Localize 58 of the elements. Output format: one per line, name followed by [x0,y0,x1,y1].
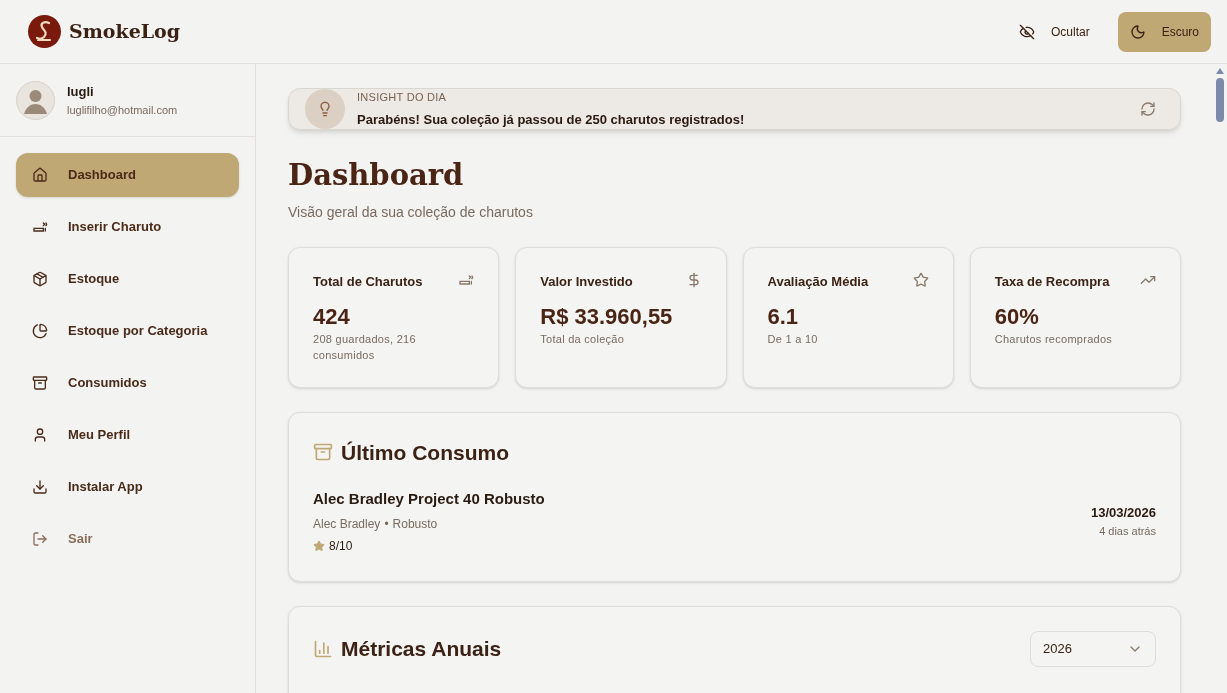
eye-off-icon [1018,23,1035,40]
star-icon [912,271,929,288]
logo-icon [28,15,61,48]
section-title: Métricas Anuais [341,635,502,662]
user-icon [32,427,48,443]
sidebar-item[interactable]: Meu Perfil [16,413,239,457]
stat-title: Total de Charutos [313,272,423,291]
stat-title: Valor Investido [540,272,633,291]
cigar-icon [32,219,48,235]
page-title: Dashboard [288,157,465,194]
stat-note: Charutos recomprados [994,332,1114,347]
vitola-text: Robusto [392,515,438,533]
user-name: lugli [67,83,95,101]
cigar-name: Alec Bradley Project 40 Robusto [313,489,545,509]
stat-value: 424 [313,303,351,331]
sidebar-item[interactable]: Consumidos [16,361,239,405]
sidebar-item[interactable]: Estoque por Categoria [16,309,239,353]
stat-title: Avaliação Média [767,272,869,291]
user-email: luglifilho@hotmail.com [67,102,178,118]
sidebar-item[interactable]: Instalar App [16,465,239,509]
stat-note: De 1 a 10 [767,332,819,347]
hide-button[interactable]: Ocultar [1010,11,1098,52]
rating-text: 8/10 [329,537,353,555]
archive-icon [313,442,333,463]
logout-icon [32,531,48,547]
home-icon [32,167,48,183]
app-name: SmokeLog [69,19,181,45]
scrollbar-thumb[interactable] [1216,78,1224,122]
section-title: Último Consumo [341,439,509,466]
moon-icon [1129,23,1146,40]
download-icon [32,479,48,495]
sidebar-item[interactable]: Dashboard [16,153,239,197]
sidebar-item[interactable]: Estoque [16,257,239,301]
sidebar-item[interactable]: Inserir Charuto [16,205,239,249]
days-ago: 4 dias atrás [1099,523,1156,539]
star-icon [313,539,325,552]
refresh-icon [1140,101,1156,117]
theme-button[interactable]: Escuro [1117,11,1211,52]
stat-note: Total da coleção [540,332,626,347]
stat-value: R$ 33.960,55 [540,303,674,331]
avatar [16,80,55,120]
stat-value: 60% [994,303,1040,331]
brand-text: Alec Bradley [313,515,381,533]
scroll-up-icon[interactable] [1216,68,1224,74]
box-icon [32,271,48,287]
stat-value: 6.1 [767,303,800,331]
archive-icon [32,375,48,391]
insight-label: INSIGHT DO DIA [357,90,448,105]
insight-text: Parabéns! Sua coleção já passou de 250 charutos registrados! [357,110,746,129]
consumption-date: 13/03/2026 [1090,504,1156,523]
year-select[interactable]: 2026 [1030,630,1156,667]
stat-note: 208 guardados, 216 consumidos [313,332,417,363]
separator-dot: • [384,515,389,533]
sidebar-item[interactable]: Sair [16,517,239,561]
pie-chart-icon [32,323,48,339]
bar-chart-icon [313,638,333,659]
stat-title: Taxa de Recompra [994,272,1110,291]
page-subtitle: Visão geral da sua coleção de charutos [288,202,534,222]
